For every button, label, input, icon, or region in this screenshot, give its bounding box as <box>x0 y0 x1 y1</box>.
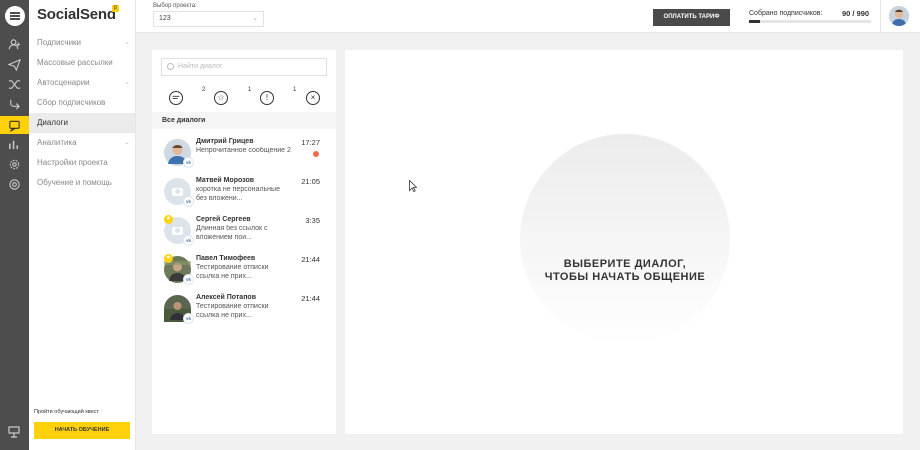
dialog-name: Матвей Морозов <box>196 177 255 184</box>
menu-icon[interactable] <box>5 6 25 26</box>
chart-icon[interactable] <box>7 137 22 152</box>
project-select-label: Выбор проекта: <box>153 3 197 9</box>
empty-state-line: ВЫБЕРИТЕ ДИАЛОГ, <box>563 258 687 270</box>
dialog-name: Алексей Потапов <box>196 294 257 301</box>
sidebar-item-label: Сбор подписчиков <box>37 98 106 107</box>
app-logo[interactable]: SocialSend <box>37 6 116 23</box>
send-icon[interactable] <box>7 57 22 72</box>
sidebar-item-mass-mailing[interactable]: Массовые рассылки <box>29 53 135 73</box>
sidebar-item-label: Обучение и помощь <box>37 178 112 187</box>
sidebar-item-autoscenarios[interactable]: Автосценарии ⌄ <box>29 73 135 93</box>
sidebar-item-label: Аналитика <box>37 138 77 147</box>
sidebar-item-label: Массовые рассылки <box>37 58 113 67</box>
dialog-time: 21:05 <box>301 177 320 186</box>
collect-icon[interactable] <box>7 97 22 112</box>
sidebar-item-subscribers[interactable]: Подписчики ⌄ <box>29 33 135 53</box>
sidebar-item-label: Подписчики <box>37 38 82 47</box>
dialog-name: Сергей Сергеев <box>196 216 251 223</box>
sidebar-menu: Подписчики ⌄ Массовые рассылки Автосцена… <box>29 33 135 193</box>
start-learning-button[interactable]: НАЧАТЬ ОБУЧЕНИЕ <box>34 422 130 439</box>
vk-icon: vk <box>183 157 194 168</box>
sidebar-item-dialogs[interactable]: Диалоги <box>29 113 135 133</box>
chevron-down-icon: ⌄ <box>124 39 130 46</box>
dialog-time: 3:35 <box>305 216 320 225</box>
icon-rail <box>0 0 29 450</box>
subscribers-label: Собрано подписчиков: <box>749 10 823 17</box>
vk-icon: vk <box>183 313 194 324</box>
learn-icon[interactable] <box>7 425 22 440</box>
filter-count: 1 <box>248 87 252 93</box>
vk-icon: vk <box>183 274 194 285</box>
chevron-down-icon: ⌄ <box>124 139 130 146</box>
unread-dot-icon <box>313 151 319 157</box>
project-select[interactable]: 123 ⌄ <box>153 11 264 27</box>
dialog-row[interactable]: vk Дмитрий Грицев Непрочитанное сообщени… <box>152 133 336 172</box>
project-select-value: 123 <box>159 15 171 22</box>
shuffle-icon[interactable] <box>7 77 22 92</box>
user-avatar[interactable] <box>889 6 909 26</box>
gear-icon[interactable] <box>7 157 22 172</box>
pay-plan-button[interactable]: ОПЛАТИТЬ ТАРИФ <box>653 9 730 26</box>
all-dialogs-header: Все диалоги <box>152 112 336 129</box>
dialog-time: 21:44 <box>301 255 320 264</box>
dialog-time: 17:27 <box>301 138 320 147</box>
dialog-name: Павел Тимофеев <box>196 255 256 262</box>
camera-icon <box>172 226 183 235</box>
vk-icon: vk <box>183 235 194 246</box>
dialog-preview: Непрочитанное сообщение 2 <box>196 147 291 154</box>
dialog-row[interactable]: ★ vk Павел Тимофеев Тестирование отписки… <box>152 250 336 289</box>
dialog-time: 21:44 <box>301 294 320 303</box>
sidebar-item-project-settings[interactable]: Настройки проекта <box>29 153 135 173</box>
mouse-cursor-icon <box>409 180 417 192</box>
dialog-row[interactable]: vk Алексей Потапов Тестирование отписки … <box>152 289 336 328</box>
top-header: Выбор проекта: 123 ⌄ ОПЛАТИТЬ ТАРИФ Собр… <box>136 0 920 33</box>
dialog-filters: 2 ☆ 1 ! 1 × <box>152 86 336 112</box>
subscribers-progress-fill <box>749 20 761 23</box>
subscribers-progress-bar <box>749 20 871 23</box>
filter-count: 2 <box>202 87 206 93</box>
quest-label: Пройти обучающий квест <box>34 409 99 415</box>
dialog-search-input[interactable]: Найти диалог <box>161 58 327 76</box>
dialog-preview: Длинная без ссылок с вложением пои... <box>196 225 268 241</box>
dialog-preview: Тестирование отписки ссылка не прих... <box>196 264 269 280</box>
help-icon[interactable] <box>7 177 22 192</box>
beta-badge: β <box>112 5 119 12</box>
sidebar-item-collect-subscribers[interactable]: Сбор подписчиков <box>29 93 135 113</box>
search-icon <box>167 63 174 70</box>
empty-state-circle <box>520 134 730 344</box>
star-icon[interactable]: ☆ <box>214 91 228 105</box>
chevron-down-icon: ⌄ <box>124 79 130 86</box>
close-circle-icon[interactable]: × <box>306 91 320 105</box>
dialog-row[interactable]: vk Матвей Морозов коротка не персональны… <box>152 172 336 211</box>
sidebar-item-label: Диалоги <box>37 118 68 127</box>
empty-state-line: ЧТОБЫ НАЧАТЬ ОБЩЕНИЕ <box>544 271 706 283</box>
subscribers-count: 90 / 990 <box>842 9 870 18</box>
dialog-preview: коротка не персональные без вложени... <box>196 186 280 202</box>
chat-bubble-icon[interactable] <box>169 91 183 105</box>
chevron-down-icon: ⌄ <box>252 15 258 22</box>
search-placeholder: Найти диалог <box>178 63 223 70</box>
dialog-row[interactable]: ★ vk Сергей Сергеев Длинная без ссылок с… <box>152 211 336 250</box>
exclamation-icon[interactable]: ! <box>260 91 274 105</box>
sidebar-item-analytics[interactable]: Аналитика ⌄ <box>29 133 135 153</box>
sidebar: SocialSend β Подписчики ⌄ Массовые рассы… <box>29 0 136 450</box>
camera-icon <box>172 187 183 196</box>
sidebar-item-label: Настройки проекта <box>37 158 108 167</box>
star-icon: ★ <box>164 215 173 224</box>
star-icon: ★ <box>164 254 173 263</box>
dialog-preview: Тестирование отписки ссылка не прих... <box>196 303 269 319</box>
vk-icon: vk <box>183 196 194 207</box>
header-divider <box>880 0 881 33</box>
dialog-list-panel: Найти диалог 2 ☆ 1 ! 1 × Все диалоги vk … <box>152 50 336 434</box>
dialog-view-area: ВЫБЕРИТЕ ДИАЛОГ, ЧТОБЫ НАЧАТЬ ОБЩЕНИЕ <box>345 50 903 434</box>
chat-icon[interactable] <box>0 116 29 134</box>
dialog-name: Дмитрий Грицев <box>196 138 254 145</box>
empty-state-message: ВЫБЕРИТЕ ДИАЛОГ, ЧТОБЫ НАЧАТЬ ОБЩЕНИЕ <box>475 258 775 284</box>
filter-count: 1 <box>293 87 297 93</box>
sidebar-item-label: Автосценарии <box>37 78 90 87</box>
users-icon[interactable] <box>7 37 22 52</box>
sidebar-item-learning-help[interactable]: Обучение и помощь <box>29 173 135 193</box>
